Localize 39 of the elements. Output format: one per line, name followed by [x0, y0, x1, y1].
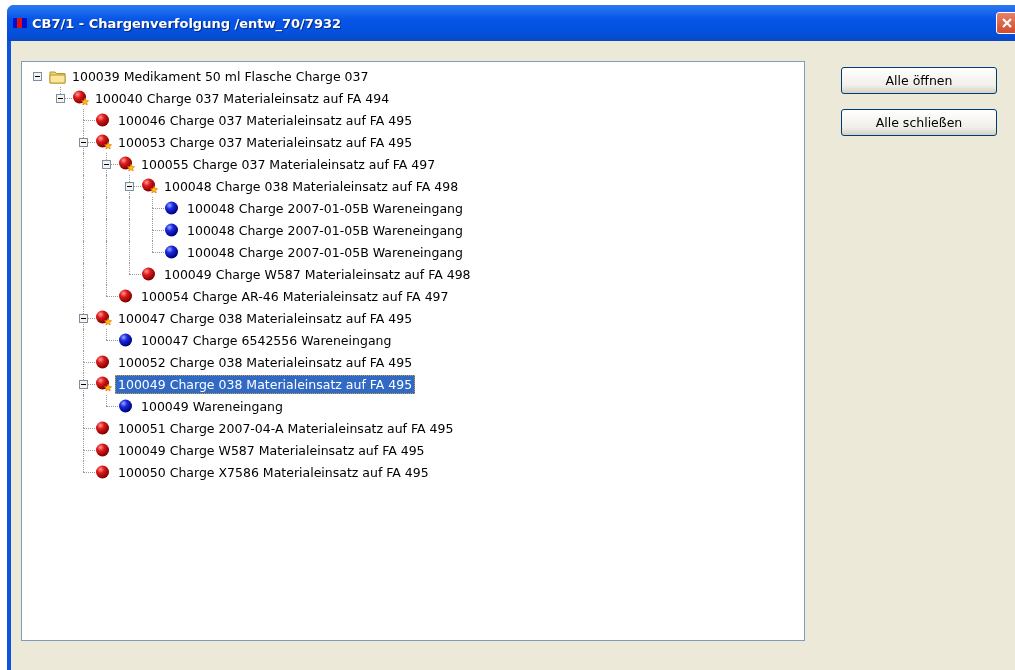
sphere-star-icon	[95, 310, 113, 326]
collapse-toggle[interactable]	[102, 160, 111, 169]
tree-item[interactable]: 100049 Charge 038 Materialeinsatz auf FA 495	[115, 374, 416, 394]
sphere-star-icon	[72, 90, 90, 106]
sphere-star-icon	[95, 134, 113, 150]
sphere-star-icon	[141, 178, 159, 194]
folder-icon	[49, 68, 67, 84]
close-icon	[1001, 17, 1013, 29]
tree-item[interactable]: 100051 Charge 2007-04-A Materialeinsatz auf FA 495	[115, 418, 457, 438]
collapse-toggle[interactable]	[56, 94, 65, 103]
tree-item[interactable]: 100046 Charge 037 Materialeinsatz auf FA 495	[115, 110, 416, 130]
dialog-button[interactable]: Alle öffnen	[841, 67, 997, 94]
tree-item[interactable]: 100048 Charge 2007-01-05B Wareneingang	[184, 242, 466, 262]
window-title: CB7/1 - Chargenverfolgung /entw_70/7932	[32, 15, 342, 31]
sphere-star-icon	[95, 376, 113, 392]
collapse-toggle[interactable]	[125, 182, 134, 191]
collapse-toggle[interactable]	[79, 380, 88, 389]
collapse-toggle[interactable]	[79, 138, 88, 147]
tree-item[interactable]: 100052 Charge 038 Materialeinsatz auf FA 495	[115, 352, 416, 372]
tree-item[interactable]: 100047 Charge 038 Materialeinsatz auf FA 495	[115, 308, 416, 328]
tree-item[interactable]: 100049 Charge W587 Materialeinsatz auf FA 498	[161, 264, 474, 284]
collapse-toggle[interactable]	[79, 314, 88, 323]
tree-item[interactable]: 100040 Charge 037 Materialeinsatz auf FA 494	[92, 88, 393, 108]
tree-item[interactable]: 100053 Charge 037 Materialeinsatz auf FA 495	[115, 132, 416, 152]
app-icon	[13, 18, 27, 28]
tree-item[interactable]: 100048 Charge 2007-01-05B Wareneingang	[184, 220, 466, 240]
tree-item[interactable]: 100047 Charge 6542556 Wareneingang	[138, 330, 395, 350]
tree-item[interactable]: 100039 Medikament 50 ml Flasche Charge 037	[69, 66, 372, 86]
tree-item[interactable]: 100048 Charge 038 Materialeinsatz auf FA 498	[161, 176, 462, 196]
sphere-star-icon	[118, 156, 136, 172]
tree-item[interactable]: 100054 Charge AR-46 Materialeinsatz auf FA 497	[138, 286, 452, 306]
tree-item[interactable]: 100049 Charge W587 Materialeinsatz auf FA 495	[115, 440, 428, 460]
collapse-toggle[interactable]	[33, 72, 42, 81]
tree-item[interactable]: 100048 Charge 2007-01-05B Wareneingang	[184, 198, 466, 218]
dialog-button[interactable]: Alle schließen	[841, 109, 997, 136]
tree-item[interactable]: 100049 Wareneingang	[138, 396, 286, 416]
tree-item[interactable]: 100050 Charge X7586 Materialeinsatz auf FA 495	[115, 462, 432, 482]
close-button[interactable]	[996, 12, 1015, 34]
tree-item[interactable]: 100055 Charge 037 Materialeinsatz auf FA 497	[138, 154, 439, 174]
